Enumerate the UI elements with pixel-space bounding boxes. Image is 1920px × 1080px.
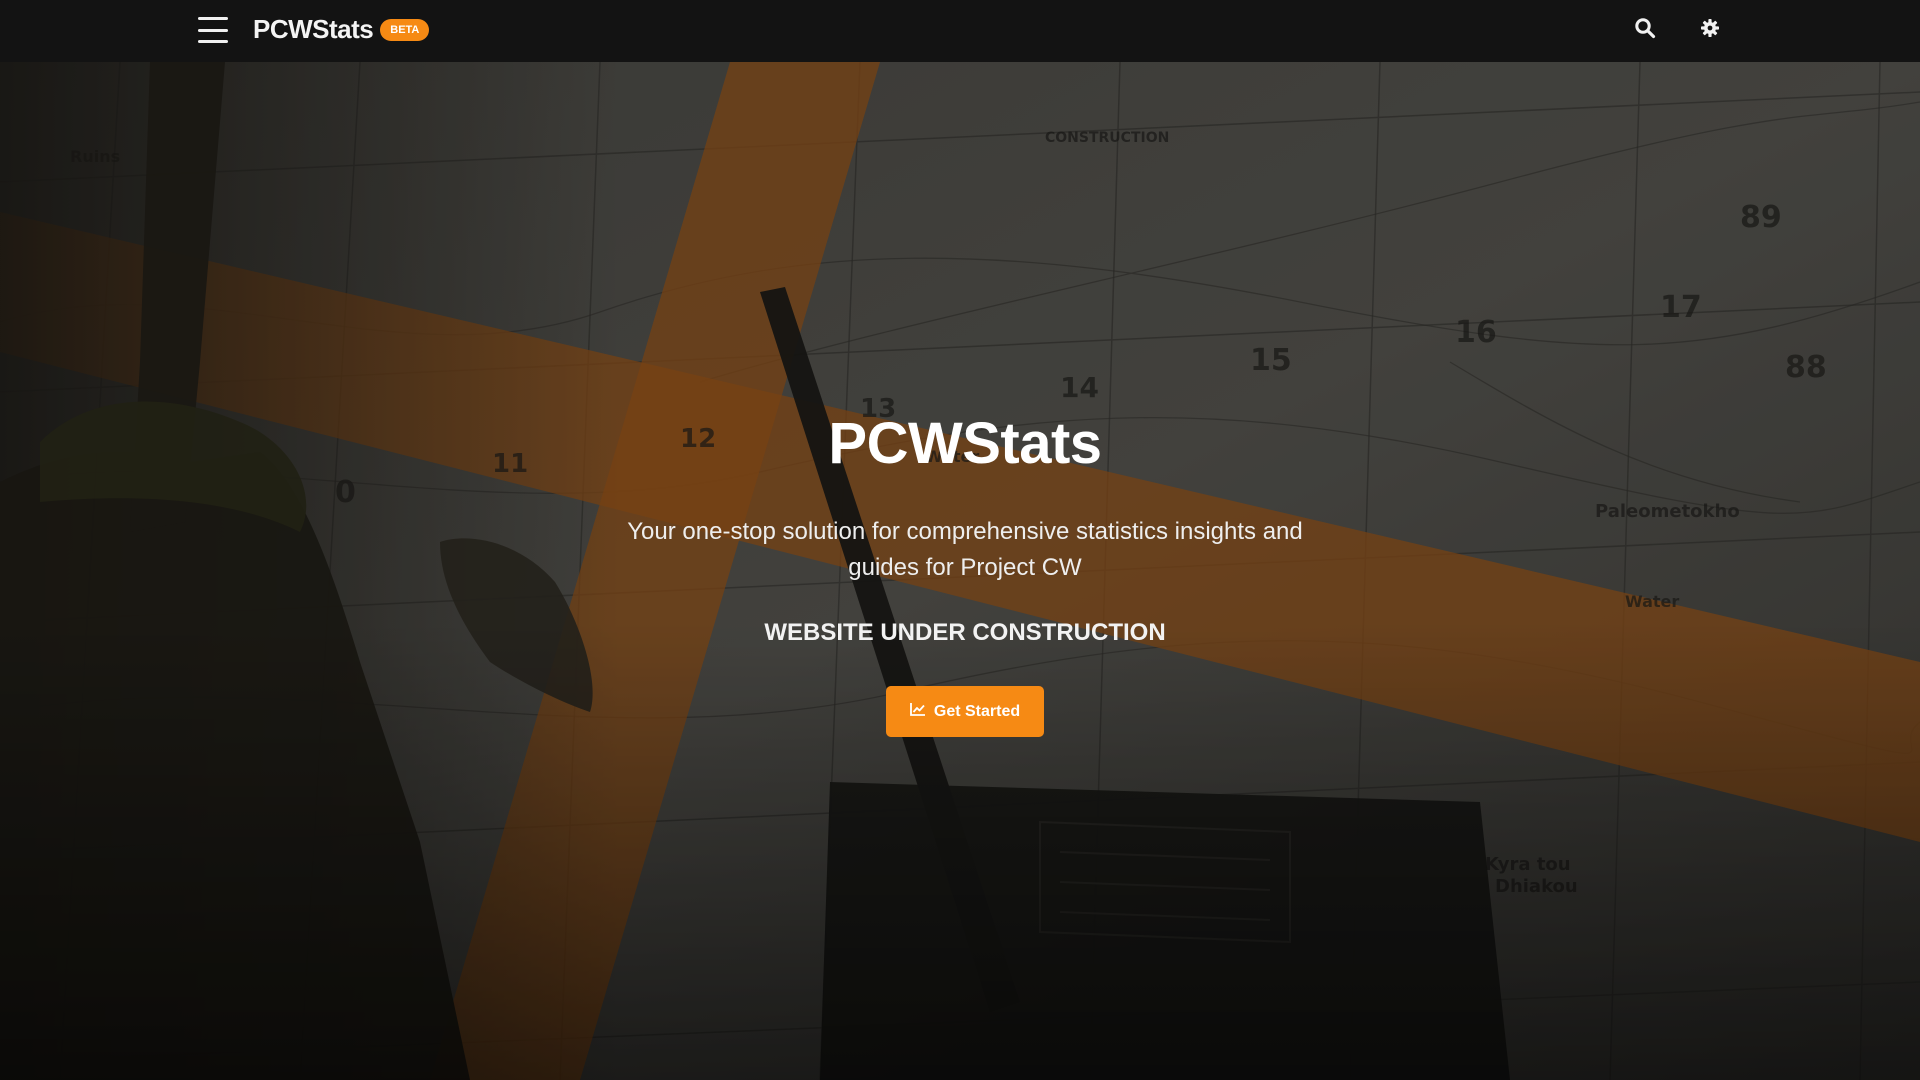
beta-badge: BETA — [380, 18, 430, 41]
hero-subtitle: Your one-stop solution for comprehensive… — [627, 518, 1303, 581]
gear-icon[interactable] — [1697, 15, 1723, 41]
get-started-button[interactable]: Get Started — [886, 686, 1044, 737]
search-icon[interactable] — [1632, 15, 1658, 41]
hero-title: PCWStats — [828, 411, 1102, 476]
brand-logo-link[interactable]: PCWStats BETA — [253, 14, 430, 45]
construction-notice: WEBSITE UNDER CONSTRUCTION — [764, 619, 1166, 646]
brand-name: PCWStats — [253, 14, 374, 44]
get-started-label: Get Started — [933, 702, 1021, 720]
hero-section: 15 16 17 89 88 14 13 12 11 0 Paleometokh… — [0, 62, 1920, 1080]
hero-content: PCWStats Your one-stop solution for comp… — [0, 62, 1920, 1080]
top-navbar: PCWStats BETA — [0, 0, 1920, 62]
menu-icon[interactable] — [198, 17, 230, 43]
chart-line-icon — [909, 702, 926, 721]
